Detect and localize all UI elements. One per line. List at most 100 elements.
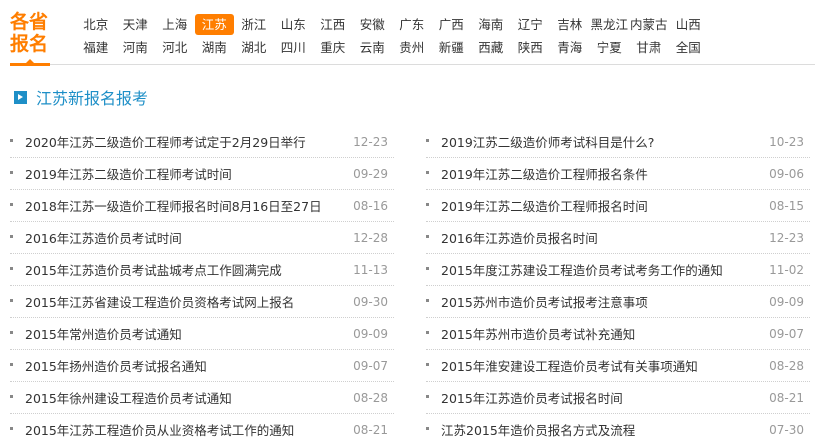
bullet-icon: [426, 299, 429, 302]
province-link[interactable]: 吉林: [550, 14, 590, 35]
article-date: 08-28: [769, 358, 804, 373]
article-link[interactable]: 2015年江苏造价员考试报名时间: [441, 388, 623, 407]
list-item: 2015年扬州造价员考试报名通知 09-07: [10, 350, 394, 382]
province-link[interactable]: 天津: [116, 14, 156, 35]
article-date: 11-02: [769, 262, 804, 277]
article-link[interactable]: 2020年江苏二级造价工程师考试定于2月29日举行: [25, 132, 306, 151]
article-date: 09-09: [353, 326, 388, 341]
article-date: 12-23: [769, 230, 804, 245]
article-link[interactable]: 2015年苏州市造价员考试补充通知: [441, 324, 635, 343]
article-date: 09-06: [769, 166, 804, 181]
province-link[interactable]: 全国: [669, 37, 709, 58]
bullet-icon: [10, 427, 13, 430]
article-date: 12-23: [353, 134, 388, 149]
province-link[interactable]: 新疆: [432, 37, 472, 58]
province-link[interactable]: 河南: [116, 37, 156, 58]
article-link[interactable]: 2015年淮安建设工程造价员考试有关事项通知: [441, 356, 698, 375]
province-link[interactable]: 江西: [313, 14, 353, 35]
bullet-icon: [426, 395, 429, 398]
province-row-2: 福建 河南 河北 湖南 湖北 四川 重庆 云南 贵州 新疆 西藏 陕西 青海 宁夏 甘肃 全国: [76, 37, 826, 58]
list-item: 2015年苏州市造价员考试补充通知 09-07: [426, 318, 810, 350]
section-title[interactable]: 江苏新报名报考: [36, 85, 148, 109]
list-item: 2015年徐州建设工程造价员考试通知 08-28: [10, 382, 394, 414]
list-item: 2018年江苏一级造价工程师报名时间8月16日至27日 08-16: [10, 190, 394, 222]
province-link[interactable]: 湖北: [234, 37, 274, 58]
province-link[interactable]: 海南: [471, 14, 511, 35]
section-header: 江苏新报名报考: [10, 86, 148, 108]
province-grid: 北京 天津 上海 江苏 浙江 山东 江西 安徽 广东 广西 海南 辽宁 吉林 黑龙江 内蒙古 山西 福建 河南河…: [76, 14, 826, 58]
article-link[interactable]: 2019江苏二级造价师考试科目是什么?: [441, 132, 654, 151]
province-link[interactable]: 江苏: [194, 14, 234, 35]
list-item: 江苏2015年造价员报名方式及流程 07-30: [426, 414, 810, 444]
province-link[interactable]: 浙江: [234, 14, 274, 35]
bullet-icon: [10, 235, 13, 238]
province-link[interactable]: 重庆: [313, 37, 353, 58]
article-date: 09-07: [353, 358, 388, 373]
article-list-left: 2020年江苏二级造价工程师考试定于2月29日举行 12-23 2019年江苏二级造…: [10, 126, 394, 444]
nav-title: 各省 报名: [10, 11, 50, 55]
nav-title-line1: 各省: [10, 11, 49, 33]
province-link[interactable]: 黑龙江: [590, 14, 630, 35]
province-link[interactable]: 山东: [274, 14, 314, 35]
article-date: 11-13: [353, 262, 388, 277]
province-link[interactable]: 辽宁: [511, 14, 551, 35]
article-date: 09-09: [769, 294, 804, 309]
province-link[interactable]: 云南: [353, 37, 393, 58]
article-link[interactable]: 江苏2015年造价员报名方式及流程: [441, 420, 635, 439]
province-link[interactable]: 甘肃: [629, 37, 669, 58]
province-link[interactable]: 贵州: [392, 37, 432, 58]
nav-divider: [10, 64, 815, 65]
article-link[interactable]: 2016年江苏造价员报名时间: [441, 228, 598, 247]
bullet-icon: [426, 235, 429, 238]
list-item: 2015年常州造价员考试通知 09-09: [10, 318, 394, 350]
list-item: 2015年淮安建设工程造价员考试有关事项通知 08-28: [426, 350, 810, 382]
province-link[interactable]: 上海: [155, 14, 195, 35]
province-link[interactable]: 河北: [155, 37, 195, 58]
province-link[interactable]: 宁夏: [590, 37, 630, 58]
bullet-icon: [10, 299, 13, 302]
list-item: 2015年度江苏建设工程造价员考试考务工作的通知 11-02: [426, 254, 810, 286]
province-link[interactable]: 四川: [274, 37, 314, 58]
bullet-icon: [10, 203, 13, 206]
article-link[interactable]: 2018年江苏一级造价工程师报名时间8月16日至27日: [25, 196, 322, 215]
province-link[interactable]: 西藏: [471, 37, 511, 58]
bullet-icon: [10, 171, 13, 174]
article-date: 08-21: [353, 422, 388, 437]
article-link[interactable]: 2015年度江苏建设工程造价员考试考务工作的通知: [441, 260, 723, 279]
province-link[interactable]: 内蒙古: [629, 14, 669, 35]
article-link[interactable]: 2015年江苏工程造价员从业资格考试工作的通知: [25, 420, 294, 439]
article-link[interactable]: 2015年扬州造价员考试报名通知: [25, 356, 207, 375]
article-link[interactable]: 2015年江苏省建设工程造价员资格考试网上报名: [25, 292, 294, 311]
article-link[interactable]: 2015年江苏造价员考试盐城考点工作圆满完成: [25, 260, 282, 279]
bullet-icon: [426, 267, 429, 270]
article-date: 08-15: [769, 198, 804, 213]
list-item: 2016年江苏造价员考试时间 12-28: [10, 222, 394, 254]
play-arrow-icon: [14, 90, 27, 104]
bullet-icon: [426, 363, 429, 366]
list-item: 2019年江苏二级造价工程师报名条件 09-06: [426, 158, 810, 190]
article-link[interactable]: 2019年江苏二级造价工程师考试时间: [25, 164, 232, 183]
bullet-icon: [10, 267, 13, 270]
province-link[interactable]: 福建: [76, 37, 116, 58]
province-link[interactable]: 北京: [76, 14, 116, 35]
article-link[interactable]: 2015苏州市造价员考试报考注意事项: [441, 292, 648, 311]
bullet-icon: [10, 363, 13, 366]
article-link[interactable]: 2019年江苏二级造价工程师报名时间: [441, 196, 648, 215]
province-link[interactable]: 广西: [432, 14, 472, 35]
article-date: 08-28: [353, 390, 388, 405]
article-link[interactable]: 2015年常州造价员考试通知: [25, 324, 182, 343]
province-link[interactable]: 安徽: [353, 14, 393, 35]
province-link[interactable]: 广东: [392, 14, 432, 35]
province-link[interactable]: 山西: [669, 14, 709, 35]
article-date: 07-30: [769, 422, 804, 437]
nav-title-line2: 报名: [10, 33, 49, 55]
province-link[interactable]: 陕西: [511, 37, 551, 58]
province-nav: 各省 报名 北京 天津 上海 江苏 浙江 山东 江西 安徽 广东 广西 海南 辽宁 吉林 黑龙江 内蒙古 山西…: [0, 0, 829, 68]
article-link[interactable]: 2016年江苏造价员考试时间: [25, 228, 182, 247]
article-link[interactable]: 2019年江苏二级造价工程师报名条件: [441, 164, 648, 183]
list-item: 2015年江苏造价员考试报名时间 08-21: [426, 382, 810, 414]
article-date: 09-29: [353, 166, 388, 181]
province-link[interactable]: 湖南: [195, 37, 235, 58]
province-link[interactable]: 青海: [550, 37, 590, 58]
article-link[interactable]: 2015年徐州建设工程造价员考试通知: [25, 388, 232, 407]
